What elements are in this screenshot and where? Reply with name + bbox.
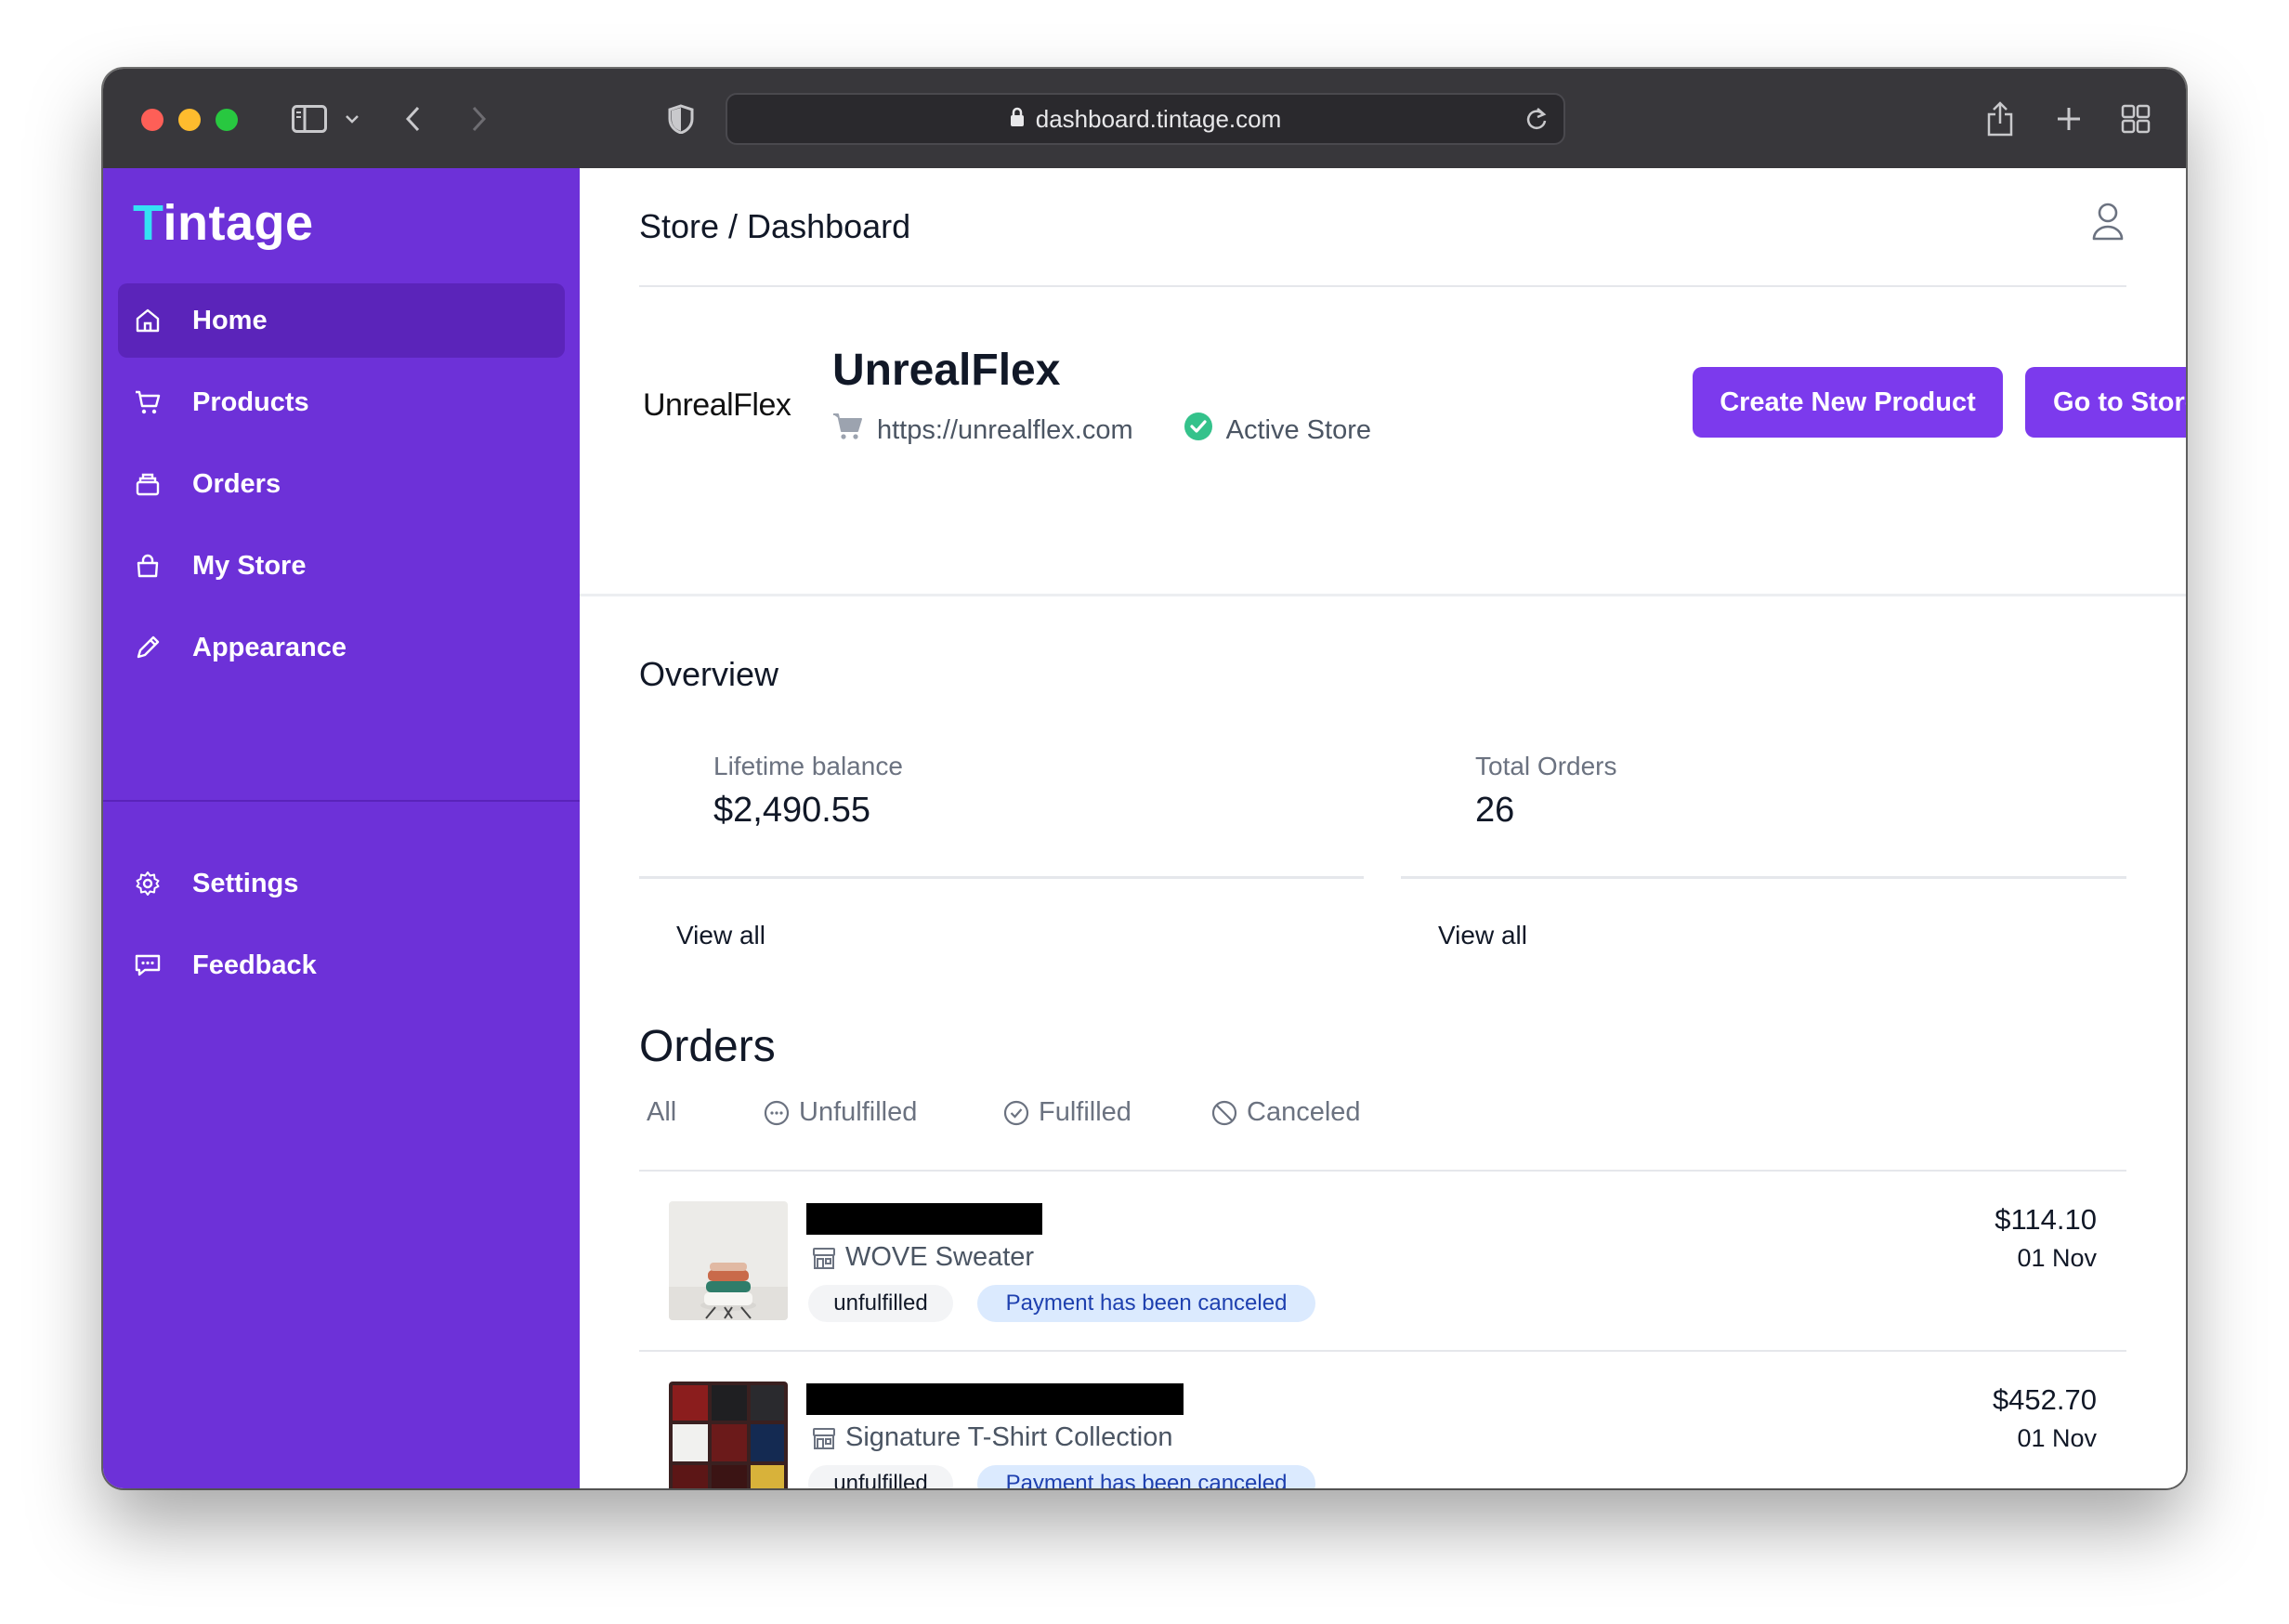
- tab-overview-icon[interactable]: [2117, 98, 2154, 139]
- chevron-down-icon[interactable]: [341, 98, 363, 139]
- ban-icon: [1211, 1100, 1237, 1126]
- browser-window: dashboard.tintage.com Tintage Home Produ…: [103, 69, 2186, 1488]
- logo-text: intage: [163, 195, 314, 251]
- address-bar[interactable]: dashboard.tintage.com: [726, 93, 1565, 145]
- order-price: $452.70: [1992, 1383, 2097, 1416]
- zoom-window-button[interactable]: [216, 109, 238, 131]
- bag-icon: [133, 551, 163, 581]
- inbox-icon: [133, 469, 163, 499]
- sidebar-item-orders[interactable]: Orders: [118, 447, 565, 521]
- tab-fulfilled[interactable]: Fulfilled: [1003, 1097, 1131, 1128]
- fulfillment-badge: unfulfilled: [808, 1465, 953, 1488]
- sidebar-item-label: Orders: [192, 468, 281, 499]
- payment-status-badge: Payment has been canceled: [977, 1465, 1315, 1488]
- stat-divider: [1401, 876, 2126, 879]
- sidebar-item-label: Feedback: [192, 950, 317, 980]
- header-divider: [639, 285, 2126, 287]
- tab-label: Canceled: [1247, 1097, 1361, 1127]
- lifetime-balance-label: Lifetime balance: [713, 752, 903, 780]
- payment-status-badge: Payment has been canceled: [977, 1285, 1315, 1322]
- create-new-product-button[interactable]: Create New Product: [1693, 367, 2003, 438]
- dots-circle-icon: [764, 1100, 790, 1126]
- store-meta: https://unrealflex.com Active Store: [832, 412, 1371, 449]
- sidebar-item-label: Home: [192, 305, 268, 335]
- sidebar-item-label: Settings: [192, 868, 299, 898]
- store-icon: [812, 1246, 836, 1270]
- order-date: 01 Nov: [2017, 1424, 2097, 1452]
- shield-icon[interactable]: [664, 98, 698, 139]
- tab-canceled[interactable]: Canceled: [1211, 1097, 1361, 1128]
- pencil-icon: [133, 633, 163, 662]
- share-icon[interactable]: [1982, 98, 2019, 139]
- browser-toolbar: dashboard.tintage.com: [103, 69, 2186, 168]
- sidebar-item-label: Appearance: [192, 632, 347, 662]
- sidebar-item-products[interactable]: Products: [118, 365, 565, 439]
- lifetime-balance-value: $2,490.55: [713, 791, 871, 830]
- back-icon[interactable]: [399, 98, 426, 139]
- url-text: dashboard.tintage.com: [1035, 104, 1282, 133]
- order-date: 01 Nov: [2017, 1244, 2097, 1272]
- cart-icon: [832, 412, 864, 449]
- redacted-customer-name: [806, 1203, 1042, 1235]
- product-name: Signature T-Shirt Collection: [845, 1422, 1173, 1452]
- stat-divider: [639, 876, 1364, 879]
- sidebar-item-home[interactable]: Home: [118, 283, 565, 358]
- view-all-balance-link[interactable]: View all: [676, 921, 765, 950]
- store-status: Active Store: [1225, 414, 1371, 445]
- product-thumbnail-tshirts: [669, 1382, 788, 1488]
- section-divider: [580, 594, 2186, 596]
- close-window-button[interactable]: [141, 109, 164, 131]
- chat-icon: [133, 950, 163, 980]
- check-circle-icon: [1184, 412, 1213, 449]
- cart-icon: [133, 387, 163, 417]
- store-url[interactable]: https://unrealflex.com: [877, 415, 1133, 446]
- order-product: WOVE Sweater: [812, 1242, 1034, 1273]
- sidebar: Tintage Home Products Orders My Store Ap…: [103, 168, 580, 1488]
- total-orders-value: 26: [1475, 791, 1515, 830]
- check-circle-icon: [1003, 1100, 1029, 1126]
- order-row[interactable]: Signature T-Shirt Collection unfulfilled…: [639, 1352, 2126, 1488]
- sidebar-item-label: Products: [192, 386, 309, 417]
- sidebar-item-label: My Store: [192, 550, 307, 581]
- product-name: WOVE Sweater: [845, 1242, 1035, 1272]
- sidebar-item-appearance[interactable]: Appearance: [118, 610, 565, 685]
- overview-title: Overview: [639, 655, 779, 693]
- tab-label: All: [647, 1097, 677, 1127]
- tab-label: Fulfilled: [1039, 1097, 1131, 1127]
- go-to-store-button[interactable]: Go to Store: [2025, 367, 2186, 438]
- gear-icon: [133, 869, 163, 898]
- sidebar-item-settings[interactable]: Settings: [118, 846, 565, 921]
- order-price: $114.10: [1995, 1203, 2097, 1236]
- app-logo[interactable]: Tintage: [133, 194, 314, 252]
- reload-icon[interactable]: [1524, 106, 1549, 138]
- product-thumbnail-sweater: [669, 1201, 788, 1320]
- breadcrumb: Store / Dashboard: [639, 207, 911, 245]
- total-orders-label: Total Orders: [1475, 752, 1617, 780]
- tab-label: Unfulfilled: [799, 1097, 918, 1127]
- sidebar-divider: [103, 800, 580, 802]
- view-all-orders-link[interactable]: View all: [1438, 921, 1527, 950]
- lock-icon: [1010, 105, 1025, 134]
- logo-accent-letter: T: [133, 195, 164, 251]
- order-product: Signature T-Shirt Collection: [812, 1422, 1172, 1453]
- tab-unfulfilled[interactable]: Unfulfilled: [764, 1097, 917, 1128]
- home-icon: [133, 306, 163, 335]
- sidebar-toggle-icon[interactable]: [289, 98, 330, 139]
- store-name: UnrealFlex: [832, 346, 1061, 395]
- store-icon: [812, 1426, 836, 1450]
- redacted-customer-name: [806, 1383, 1184, 1415]
- tab-all[interactable]: All: [647, 1097, 676, 1128]
- forward-icon[interactable]: [465, 98, 493, 139]
- fulfillment-badge: unfulfilled: [808, 1285, 953, 1322]
- minimize-window-button[interactable]: [178, 109, 201, 131]
- store-logo: UnrealFlex: [643, 387, 791, 423]
- sidebar-item-my-store[interactable]: My Store: [118, 529, 565, 603]
- new-tab-icon[interactable]: [2050, 98, 2087, 139]
- user-icon[interactable]: [2091, 202, 2125, 245]
- sidebar-item-feedback[interactable]: Feedback: [118, 928, 565, 1002]
- main-content: Store / Dashboard UnrealFlex UnrealFlex …: [580, 168, 2186, 1488]
- order-row[interactable]: WOVE Sweater unfulfilled Payment has bee…: [639, 1172, 2126, 1352]
- orders-title: Orders: [639, 1022, 776, 1071]
